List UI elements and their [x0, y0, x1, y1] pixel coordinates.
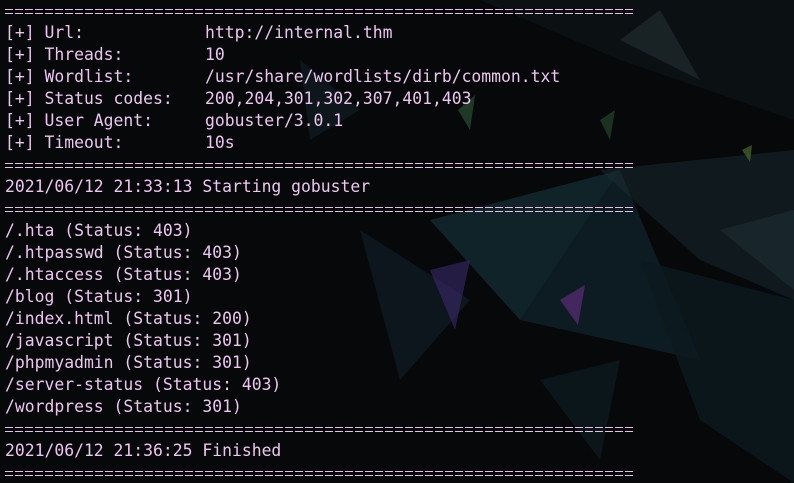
terminal-output: [+] Url: http://internal.thm [+] Threads:…: [5, 0, 790, 483]
separator-line: [5, 418, 635, 440]
result-line: /wordpress (Status: 301): [5, 397, 242, 416]
separator-line: [5, 198, 635, 220]
config-label: [+] User Agent:: [5, 111, 154, 130]
config-label: [+] Threads:: [5, 45, 124, 64]
config-label: [+] Timeout:: [5, 133, 124, 152]
config-row: [+] Threads: 10: [5, 44, 790, 66]
result-line: /blog (Status: 301): [5, 287, 193, 306]
config-row: [+] Wordlist: /usr/share/wordlists/dirb/c…: [5, 66, 790, 88]
separator-line: [5, 462, 635, 483]
result-line: /server-status (Status: 403): [5, 375, 282, 394]
config-label: [+] Status codes:: [5, 89, 173, 108]
config-value: 200,204,301,302,307,401,403: [205, 89, 472, 108]
result-line: /.htaccess (Status: 403): [5, 265, 242, 284]
start-message: 2021/06/12 21:33:13 Starting gobuster: [5, 177, 371, 196]
result-line: /.htpasswd (Status: 403): [5, 243, 242, 262]
config-value: /usr/share/wordlists/dirb/common.txt: [205, 67, 561, 86]
config-row: [+] User Agent: gobuster/3.0.1: [5, 110, 790, 132]
config-value: gobuster/3.0.1: [205, 111, 344, 130]
config-label: [+] Url:: [5, 23, 84, 42]
config-row: [+] Timeout: 10s: [5, 132, 790, 154]
separator-line: [5, 0, 635, 22]
result-line: /.hta (Status: 403): [5, 221, 193, 240]
config-value: 10s: [205, 133, 235, 152]
result-line: /javascript (Status: 301): [5, 331, 252, 350]
separator-line: [5, 154, 635, 176]
config-value: 10: [205, 45, 225, 64]
config-row: [+] Status codes: 200,204,301,302,307,401…: [5, 88, 790, 110]
finish-message: 2021/06/12 21:36:25 Finished: [5, 441, 282, 460]
result-line: /phpmyadmin (Status: 301): [5, 353, 252, 372]
result-line: /index.html (Status: 200): [5, 309, 252, 328]
config-label: [+] Wordlist:: [5, 67, 134, 86]
config-row: [+] Url: http://internal.thm: [5, 22, 790, 44]
config-value: http://internal.thm: [205, 23, 393, 42]
